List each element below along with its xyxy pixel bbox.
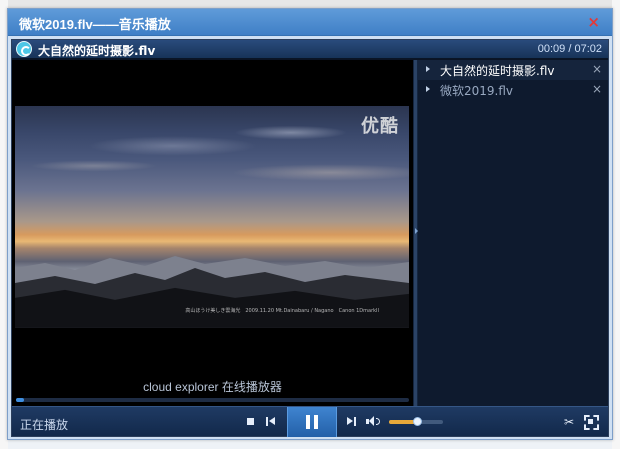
music-player-dialog: 微软2019.flv——音乐播放 × 大自然的延时摄影.flv 00:09 / … (7, 8, 613, 440)
desktop-background-strip (0, 0, 620, 8)
dialog-titlebar[interactable]: 微软2019.flv——音乐播放 × (8, 9, 612, 36)
now-playing-title: 大自然的延时摄影.flv (38, 44, 156, 58)
volume-slider-knob[interactable] (413, 417, 423, 426)
video-caption: 高山ほうけ美しき雲海光 2009.11.20 Mt.Dainabaru / Na… (185, 308, 379, 314)
desktop-background-right (612, 0, 620, 449)
stop-button[interactable] (247, 418, 254, 425)
volume-slider[interactable] (389, 417, 443, 426)
remove-item-button[interactable]: × (592, 82, 602, 96)
playlist-item[interactable]: 大自然的延时摄影.flv × (418, 60, 608, 80)
media-player: 大自然的延时摄影.flv 00:09 / 07:02 优酷 高山ほうけ美しき雲海… (11, 39, 609, 437)
tools-icon[interactable]: ✂ (562, 415, 576, 429)
playback-status: 正在播放 (20, 418, 69, 432)
pause-icon-bar (314, 415, 318, 429)
player-header: 大自然的延时摄影.flv 00:09 / 07:02 (12, 40, 608, 59)
play-arrow-icon (426, 66, 430, 72)
video-clouds (15, 106, 409, 240)
volume-icon-wave (376, 418, 380, 425)
playlist-item-label: 微软2019.flv (440, 84, 514, 98)
pause-button[interactable] (287, 407, 337, 437)
play-arrow-icon (426, 86, 430, 92)
playlist-item-label: 大自然的延时摄影.flv (440, 64, 555, 78)
fullscreen-icon[interactable] (584, 415, 599, 430)
pause-icon (306, 415, 310, 429)
control-bar: 正在播放 ✂ (12, 406, 608, 437)
seek-bar[interactable] (16, 398, 409, 402)
video-watermark: 优酷 (361, 116, 399, 137)
video-area[interactable]: 优酷 高山ほうけ美しき雲海光 2009.11.20 Mt.Dainabaru /… (12, 60, 413, 406)
playlist-panel: 大自然的延时摄影.flv × 微软2019.flv × (418, 60, 608, 406)
previous-button[interactable] (266, 417, 276, 426)
remove-item-button[interactable]: × (592, 62, 602, 76)
next-button[interactable] (347, 417, 357, 426)
volume-icon[interactable] (366, 416, 382, 428)
dialog-title: 微软2019.flv——音乐播放 (19, 17, 171, 32)
video-frame[interactable]: 优酷 高山ほうけ美しき雲海光 2009.11.20 Mt.Dainabaru /… (15, 106, 409, 328)
player-label: cloud explorer 在线播放器 (143, 380, 282, 394)
volume-icon-cone (369, 416, 374, 426)
playlist-item[interactable]: 微软2019.flv × (418, 80, 608, 100)
time-readout: 00:09 / 07:02 (537, 43, 602, 55)
player-logo-icon (16, 41, 32, 57)
dialog-close-button[interactable]: × (587, 13, 600, 31)
seek-bar-fill (16, 398, 25, 402)
